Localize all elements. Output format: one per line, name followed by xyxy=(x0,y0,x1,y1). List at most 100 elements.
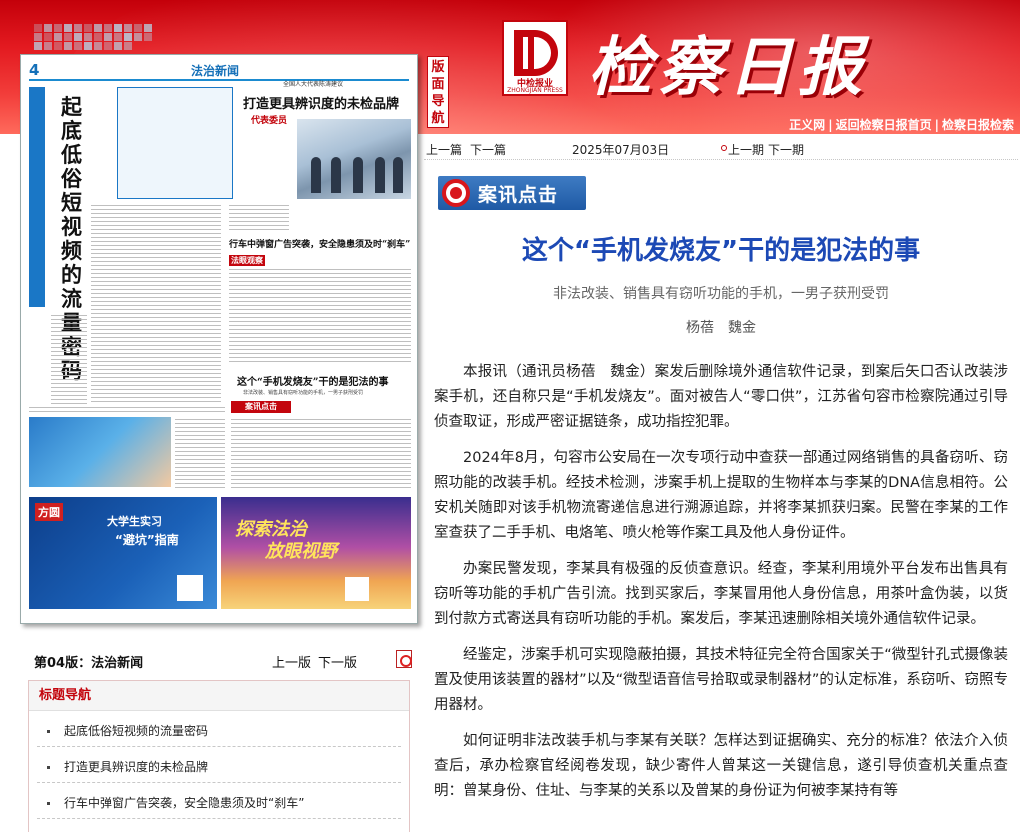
page-thumbnail[interactable]: 4 法治新闻 起底低俗短视频的流量密码 全国人大代表陈涛建议 打造更具辨识度的未… xyxy=(20,54,418,624)
thumbnail-photo xyxy=(297,119,411,199)
article-body: 本报讯（通讯员杨蓓 魏金）案发后删除境外通信软件记录，到案后矢口否认改装涉案手机… xyxy=(434,360,1008,815)
layout-nav-label[interactable]: 版面导航 xyxy=(427,56,449,128)
thumbnail-right-title[interactable]: 打造更具辨识度的未检品牌 xyxy=(243,93,399,112)
current-page-label: 第04版：法治新闻 xyxy=(34,656,144,671)
title-nav-list: 起底低俗短视频的流量密码 打造更具辨识度的未检品牌 行车中弹窗广告突袭，安全隐患… xyxy=(29,711,409,819)
pixel-decoration-block xyxy=(104,42,112,50)
pdf-icon[interactable] xyxy=(396,650,412,668)
title-nav-item[interactable]: 起底低俗短视频的流量密码 xyxy=(37,711,401,747)
top-link-zhengyi[interactable]: 正义网 xyxy=(789,118,825,132)
pixel-decoration-block xyxy=(124,42,132,50)
thumbnail-text-block xyxy=(229,205,289,233)
pixel-decoration-block xyxy=(34,42,42,50)
paper-title: 检察日报 xyxy=(588,30,868,105)
target-icon xyxy=(442,179,470,207)
thumbnail-right-title-2[interactable]: 行车中弹窗广告突袭，安全隐患须及时“刹车” xyxy=(229,237,410,250)
pixel-decoration-block xyxy=(74,24,82,32)
thumbnail-ad-law[interactable]: 探索法治 放眼视野 xyxy=(221,497,411,609)
pixel-decoration-block xyxy=(34,24,42,32)
pixel-decoration-block xyxy=(74,33,82,41)
article-paragraph: 经鉴定，涉案手机可实现隐蔽拍摄，其技术特征完全符合国家关于“微型针孔式摄像装置及… xyxy=(434,647,1008,713)
qr-code-icon xyxy=(345,577,369,601)
pixel-decoration-block xyxy=(134,33,142,41)
pixel-decoration-block xyxy=(94,33,102,41)
title-nav-item[interactable]: 打造更具辨识度的未检品牌 xyxy=(37,747,401,783)
column-label: 案讯点击 xyxy=(478,184,559,206)
calendar-flip-icon xyxy=(721,142,727,152)
title-nav-item[interactable]: 行车中弹窗广告突袭，安全隐患须及时“刹车” xyxy=(37,783,401,819)
layout-nav-char: 版 xyxy=(431,60,445,75)
next-page-link[interactable]: 下一版 xyxy=(318,652,357,671)
thumbnail-text-block xyxy=(231,419,411,489)
thumbnail-ad-internship[interactable]: 方圆 大学生实习 “避坑”指南 xyxy=(29,497,217,609)
thumbnail-rep-tag: 代表委员 xyxy=(251,116,288,126)
prev-issue-link[interactable]: 上一期 xyxy=(728,141,764,158)
pixel-decoration-block xyxy=(124,33,132,41)
article-headline: 这个“手机发烧友”干的是犯法的事 xyxy=(521,236,921,266)
layout-nav-char: 面 xyxy=(431,77,445,92)
thumbnail-text-block xyxy=(229,269,411,365)
thumbnail-section: 法治新闻 xyxy=(191,64,240,78)
top-links: 正义网 | 返回检察日报首页 | 检察日报检索 xyxy=(789,118,1014,132)
qr-code-icon xyxy=(177,575,203,601)
thumbnail-text-block xyxy=(29,407,225,415)
next-issue-link[interactable]: 下一期 xyxy=(768,141,804,158)
logo-subtext: ZHONGJIAN PRESS xyxy=(507,87,563,94)
thumbnail-lead-stripe xyxy=(29,87,45,307)
title-nav-item-label: 起底低俗短视频的流量密码 xyxy=(64,724,209,738)
layout-nav-text: 版面导航 xyxy=(428,59,448,127)
ad-title-line1: 大学生实习 xyxy=(107,515,162,528)
pixel-decoration-block xyxy=(104,33,112,41)
pixel-decoration-block xyxy=(144,24,152,32)
pixel-decoration-block xyxy=(114,42,122,50)
title-nav-heading: 标题导航 xyxy=(29,681,409,711)
article-paragraph: 本报讯（通讯员杨蓓 魏金）案发后删除境外通信软件记录，到案后矢口否认改装涉案手机… xyxy=(434,364,1008,430)
pixel-decoration-block xyxy=(84,24,92,32)
pixel-decoration-block xyxy=(144,33,152,41)
layout-nav-char: 航 xyxy=(431,111,445,126)
thumbnail-header: 4 法治新闻 xyxy=(29,61,409,81)
thumbnail-text-block xyxy=(91,205,221,405)
thumbnail-sidebar-box xyxy=(117,87,233,199)
pixel-decoration-block xyxy=(104,24,112,32)
title-nav-item-label: 打造更具辨识度的未检品牌 xyxy=(64,760,209,774)
pixel-decoration-block xyxy=(54,42,62,50)
pixel-decoration-block xyxy=(64,24,72,32)
ad-title-line2: “避坑”指南 xyxy=(115,533,179,547)
ad-brand: 方圆 xyxy=(35,503,63,521)
page-strip: 第04版：法治新闻 上一版 下一版 xyxy=(20,648,416,672)
article-paragraph: 2024年8月，句容市公安局在一次专项行动中查获一部通过网络销售的具备窃听、窃照… xyxy=(434,450,1008,541)
pixel-decoration-block xyxy=(124,24,132,32)
pixel-decoration-block xyxy=(84,42,92,50)
pixel-decoration-block xyxy=(74,42,82,50)
pixel-decoration-block xyxy=(34,33,42,41)
pixel-decoration-block xyxy=(54,24,62,32)
pixel-decoration-block xyxy=(134,24,142,32)
next-article-link[interactable]: 下一篇 xyxy=(470,141,506,158)
bullet-icon xyxy=(47,730,50,733)
layout-nav-char: 导 xyxy=(431,94,445,109)
pixel-decoration-block xyxy=(64,33,72,41)
bullet-icon xyxy=(47,802,50,805)
bullet-icon xyxy=(47,766,50,769)
thumbnail-illustration xyxy=(29,417,171,487)
logo-d-mark-icon xyxy=(514,30,558,76)
thumbnail-text-block xyxy=(51,315,87,405)
prev-page-link[interactable]: 上一版 xyxy=(272,652,311,671)
thumbnail-mid-title[interactable]: 这个“手机发烧友”干的是犯法的事 xyxy=(237,373,389,388)
pixel-decoration-block xyxy=(44,24,52,32)
pixel-decoration-block xyxy=(64,42,72,50)
pixel-decoration-block xyxy=(94,42,102,50)
article-paragraph: 如何证明非法改装手机与李某有关联？怎样达到证据确实、充分的标准？依法介入侦查后，… xyxy=(434,733,1008,799)
pixel-decoration xyxy=(34,24,154,50)
press-logo[interactable]: 中检报业 ZHONGJIAN PRESS xyxy=(502,20,568,96)
thumbnail-right-subtitle: 全国人大代表陈涛建议 xyxy=(283,81,344,88)
top-link-search[interactable]: 检察日报检索 xyxy=(942,118,1014,132)
ad2-title-line2: 放眼视野 xyxy=(265,541,337,562)
top-link-home[interactable]: 返回检察日报首页 xyxy=(836,118,932,132)
title-nav-item-label: 行车中弹窗广告突袭，安全隐患须及时“刹车” xyxy=(64,796,305,810)
article-subhead: 非法改装、销售具有窃听功能的手机，一男子获刑受罚 xyxy=(553,286,889,302)
pixel-decoration-block xyxy=(84,33,92,41)
prev-article-link[interactable]: 上一篇 xyxy=(426,141,462,158)
column-banner: 案讯点击 xyxy=(438,176,586,210)
